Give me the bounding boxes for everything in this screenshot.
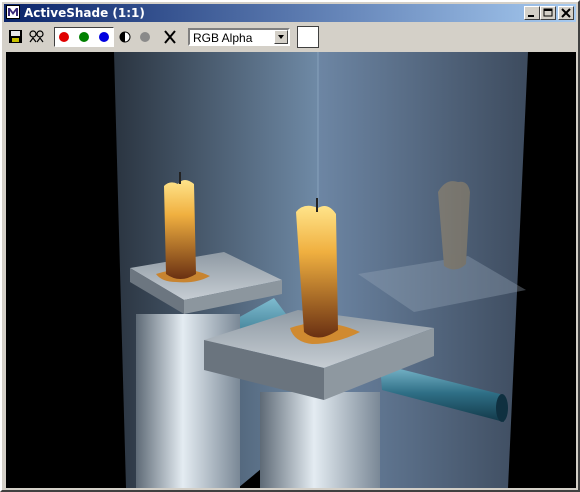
color-swatch[interactable] bbox=[297, 26, 319, 48]
rendered-scene bbox=[6, 52, 576, 488]
toolbar: RGB Alpha bbox=[4, 24, 576, 50]
activeshade-window: ActiveShade (1:1) RGB Alpha bbox=[0, 0, 580, 492]
monochrome-button[interactable] bbox=[138, 27, 152, 47]
close-icon bbox=[561, 8, 571, 18]
clone-render-icon bbox=[29, 30, 44, 43]
maximize-button[interactable] bbox=[540, 6, 556, 20]
alpha-channel-button[interactable] bbox=[118, 27, 132, 47]
monochrome-icon bbox=[140, 32, 150, 42]
save-icon bbox=[9, 30, 22, 43]
app-icon[interactable] bbox=[6, 5, 20, 19]
maximize-icon bbox=[543, 8, 553, 17]
green-channel-button[interactable] bbox=[79, 32, 89, 42]
channel-display-select[interactable]: RGB Alpha bbox=[188, 28, 290, 46]
close-button[interactable] bbox=[558, 6, 574, 20]
alpha-channel-icon bbox=[119, 31, 131, 43]
red-channel-button[interactable] bbox=[59, 32, 69, 42]
channel-display-value: RGB Alpha bbox=[193, 31, 253, 45]
render-viewport[interactable] bbox=[6, 52, 576, 488]
clone-render-button[interactable] bbox=[28, 27, 48, 47]
window-title: ActiveShade (1:1) bbox=[24, 6, 145, 20]
minimize-icon bbox=[528, 15, 534, 17]
blue-channel-button[interactable] bbox=[99, 32, 109, 42]
clear-icon bbox=[164, 30, 176, 44]
channel-buttons bbox=[54, 27, 114, 47]
title-bar[interactable]: ActiveShade (1:1) bbox=[4, 4, 576, 22]
clear-button[interactable] bbox=[162, 27, 178, 47]
dropdown-arrow-button[interactable] bbox=[274, 30, 288, 44]
chevron-down-icon bbox=[278, 35, 284, 39]
save-button[interactable] bbox=[8, 27, 24, 47]
minimize-button[interactable] bbox=[524, 6, 540, 20]
